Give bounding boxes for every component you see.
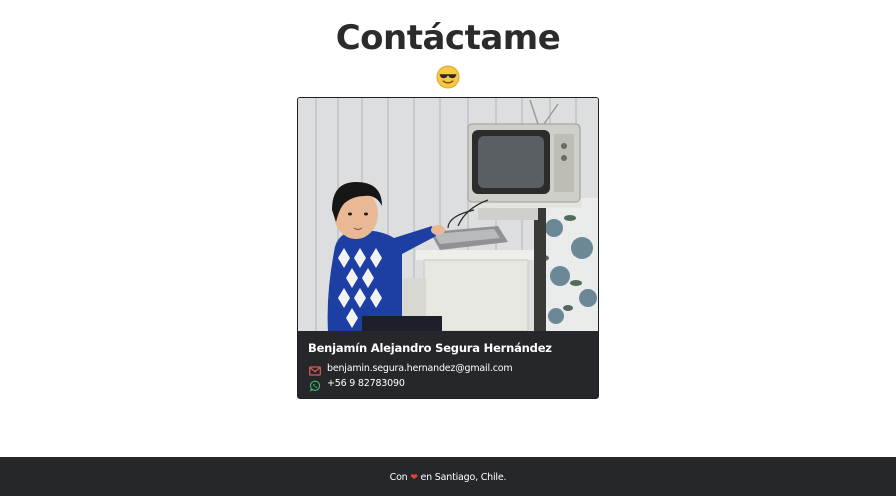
footer: Con ❤ en Santiago, Chile.	[0, 457, 896, 496]
footer-suffix: en Santiago, Chile.	[420, 472, 507, 483]
email-row[interactable]: benjamin.segura.hernandez@gmail.com	[309, 361, 513, 376]
phone-link[interactable]: +56 9 82783090	[327, 378, 405, 389]
envelope-icon	[309, 362, 321, 376]
contact-card: Benjamín Alejandro Segura Hernández benj…	[297, 97, 599, 399]
footer-text: Con ❤ en Santiago, Chile.	[0, 472, 896, 483]
profile-photo	[298, 98, 598, 331]
page-title: Contáctame	[335, 18, 561, 58]
whatsapp-icon	[309, 377, 321, 392]
contact-page: Contáctame Benjamín Alejandro Segura Her…	[0, 0, 896, 496]
heart-icon: ❤	[410, 473, 418, 483]
email-link[interactable]: benjamin.segura.hernandez@gmail.com	[327, 363, 513, 374]
phone-row[interactable]: +56 9 82783090	[309, 376, 405, 392]
smiling-face-with-sunglasses-icon	[436, 65, 460, 89]
card-body: Benjamín Alejandro Segura Hernández benj…	[298, 331, 598, 398]
contact-name: Benjamín Alejandro Segura Hernández	[308, 341, 552, 355]
footer-prefix: Con	[389, 472, 408, 483]
